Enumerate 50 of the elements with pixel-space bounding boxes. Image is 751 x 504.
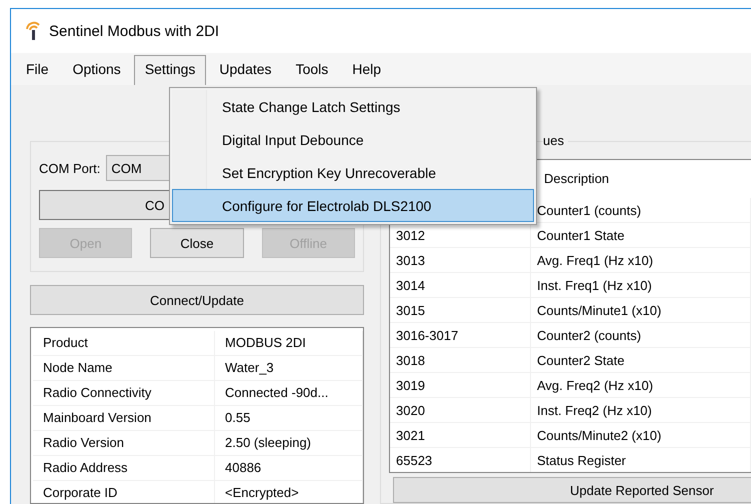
menu-option[interactable]: Digital Input Debounce: [172, 123, 534, 156]
table-cell: Counter1 State: [531, 223, 751, 248]
table-cell: 65523: [390, 448, 531, 472]
table-cell: Counter2 (counts): [531, 323, 751, 348]
table-cell: Corporate ID: [33, 481, 215, 503]
table-cell: Radio Connectivity: [33, 381, 215, 406]
table-cell: Product: [33, 331, 215, 356]
table-cell: 2.50 (sleeping): [215, 431, 363, 456]
update-sensor-button[interactable]: Update Reported Sensor: [393, 477, 751, 503]
app-icon: [25, 21, 41, 41]
menu-option[interactable]: Configure for Electrolab DLS2100: [172, 189, 534, 222]
connect-update-button[interactable]: Connect/Update: [30, 285, 364, 315]
menu-option[interactable]: State Change Latch Settings: [172, 90, 534, 123]
table-cell: 40886: [215, 456, 363, 481]
table-cell: 3015: [390, 298, 531, 323]
menu-item[interactable]: Help: [341, 55, 392, 85]
table-cell: Connected -90d...: [215, 381, 363, 406]
table-cell: Counter2 State: [531, 348, 751, 373]
table-cell: Counts/Minute2 (x10): [531, 423, 751, 448]
table-cell: Inst. Freq2 (Hz x10): [531, 398, 751, 423]
table-cell: Status Register: [531, 448, 751, 472]
table-cell: Inst. Freq1 (Hz x10): [531, 273, 751, 298]
table-cell: 3016-3017: [390, 323, 531, 348]
table-cell: Avg. Freq1 (Hz x10): [531, 248, 751, 273]
table-cell: MODBUS 2DI: [215, 331, 363, 356]
menu-item[interactable]: File: [15, 55, 60, 85]
menu-item[interactable]: Options: [62, 55, 132, 85]
table-cell: Node Name: [33, 356, 215, 381]
menu-option[interactable]: Set Encryption Key Unrecoverable: [172, 156, 534, 189]
table-cell: <Encrypted>: [215, 481, 363, 503]
table-cell: Counts/Minute1 (x10): [531, 298, 751, 323]
table-cell: 3020: [390, 398, 531, 423]
table-cell: 3021: [390, 423, 531, 448]
column-header: Description: [543, 170, 610, 188]
table-cell: 0.55: [215, 406, 363, 431]
port-button[interactable]: Close: [150, 228, 244, 258]
menu-item[interactable]: Updates: [208, 55, 283, 85]
menu-item[interactable]: Settings: [134, 55, 206, 85]
com-port-label: COM Port:: [39, 160, 100, 176]
table-cell: Water_3: [215, 356, 363, 381]
table-cell: Radio Address: [33, 456, 215, 481]
table-cell: 3013: [390, 248, 531, 273]
table-cell: Avg. Freq2 (Hz x10): [531, 373, 751, 398]
table-cell: 3018: [390, 348, 531, 373]
table-cell: Radio Version: [33, 431, 215, 456]
table-cell: 3014: [390, 273, 531, 298]
menu-item[interactable]: Tools: [284, 55, 340, 85]
table-cell: 3019: [390, 373, 531, 398]
table-cell: Mainboard Version: [33, 406, 215, 431]
window-title: Sentinel Modbus with 2DI: [49, 22, 220, 40]
